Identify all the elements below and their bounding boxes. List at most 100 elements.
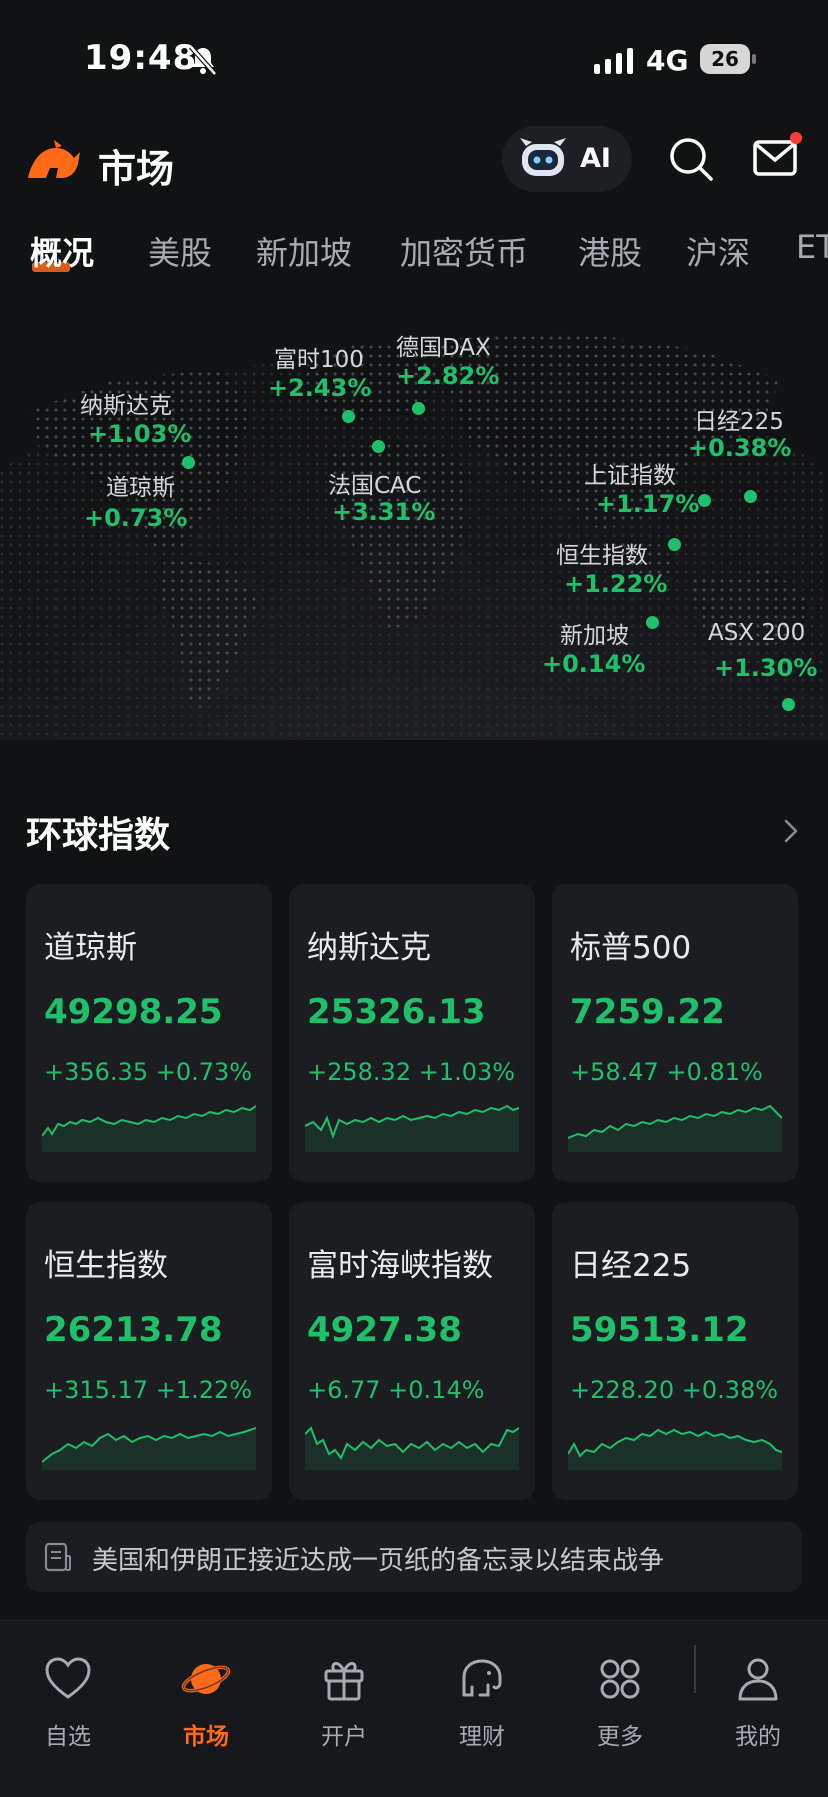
index-card-nikkei[interactable]: 日经225 59513.12 +228.20 +0.38% (552, 1202, 798, 1500)
chevron-right-icon[interactable] (780, 818, 802, 844)
news-icon (44, 1542, 71, 1572)
sparkline (568, 1104, 782, 1152)
map-marker-ftse-dot[interactable] (342, 410, 355, 423)
map-marker-asx-change: +1.30% (714, 654, 818, 682)
map-marker-nasdaq-name: 纳斯达克 (80, 393, 172, 419)
index-name: 日经225 (570, 1248, 692, 1284)
tab-hk-stocks[interactable]: 港股 (578, 228, 642, 274)
nav-watchlist[interactable]: 自选 (8, 1635, 128, 1750)
page-title: 市场 (98, 147, 175, 191)
ai-assistant-button[interactable]: AI (502, 126, 632, 192)
index-name: 恒生指数 (44, 1248, 168, 1284)
map-marker-dax-dot[interactable] (412, 402, 425, 415)
nav-label: 理财 (459, 1724, 505, 1750)
bull-logo-icon (28, 140, 80, 178)
index-price: 49298.25 (44, 992, 223, 1032)
nav-open-account[interactable]: 开户 (284, 1635, 404, 1750)
nav-label: 自选 (45, 1724, 91, 1750)
nav-more[interactable]: 更多 (560, 1635, 680, 1750)
tab-a-shares[interactable]: 沪深 (686, 228, 750, 274)
index-name: 标普500 (570, 930, 692, 966)
user-icon (738, 1658, 778, 1701)
sparkline (42, 1105, 256, 1152)
tab-singapore[interactable]: 新加坡 (256, 228, 352, 274)
bottom-nav: 自选 市场 开户 理财 更多 我的 (0, 1620, 828, 1797)
index-card-sp500[interactable]: 标普500 7259.22 +58.47 +0.81% (552, 884, 798, 1182)
sparkline (568, 1428, 782, 1470)
map-marker-ftse-change: +2.43% (268, 374, 372, 402)
map-marker-hsi-name: 恒生指数 (556, 543, 648, 569)
nav-me[interactable]: 我的 (698, 1635, 818, 1750)
elephant-icon (462, 1659, 502, 1697)
planet-icon (181, 1664, 231, 1694)
grid-icon (600, 1659, 640, 1699)
news-ticker[interactable]: 美国和伊朗正接近达成一页纸的备忘录以结束战争 (26, 1522, 802, 1592)
sparkline (305, 1426, 519, 1470)
bell-muted-icon (189, 45, 217, 76)
tab-etf[interactable]: ET (796, 228, 828, 266)
map-marker-asx-dot[interactable] (782, 698, 795, 711)
heart-icon (45, 1657, 91, 1699)
index-card-hsi[interactable]: 恒生指数 26213.78 +315.17 +1.22% (26, 1202, 272, 1500)
tab-crypto[interactable]: 加密货币 (400, 228, 528, 274)
map-marker-dow-change: +0.73% (84, 504, 188, 532)
sparkline (42, 1427, 256, 1470)
map-marker-sg-name: 新加坡 (560, 623, 629, 649)
mail-icon[interactable] (752, 132, 802, 182)
index-price: 59513.12 (570, 1310, 749, 1350)
index-name: 纳斯达克 (307, 930, 431, 966)
tab-overview[interactable]: 概况 (30, 228, 94, 274)
index-name: 道琼斯 (44, 930, 137, 966)
nav-divider (694, 1645, 696, 1693)
nav-label: 我的 (735, 1724, 781, 1750)
map-marker-sg-change: +0.14% (542, 650, 646, 678)
map-marker-dax-name: 德国DAX (396, 335, 491, 361)
status-time: 19:48 (84, 38, 198, 78)
battery-level: 26 (700, 44, 750, 74)
ai-label: AI (580, 143, 611, 174)
robot-icon (520, 138, 566, 176)
map-marker-cac-change: +3.31% (332, 498, 436, 526)
map-marker-nikkei-change: +0.38% (688, 434, 792, 462)
tab-us-stocks[interactable]: 美股 (148, 228, 212, 274)
map-marker-dow-name: 道琼斯 (106, 475, 175, 501)
index-name: 富时海峡指数 (307, 1248, 493, 1284)
index-change: +6.77 +0.14% (307, 1376, 485, 1404)
map-marker-nikkei-name: 日经225 (694, 409, 784, 435)
map-marker-dax-change: +2.82% (396, 362, 500, 390)
index-card-nasdaq[interactable]: 纳斯达克 25326.13 +258.32 +1.03% (289, 884, 535, 1182)
index-change: +356.35 +0.73% (44, 1058, 253, 1086)
index-card-sti[interactable]: 富时海峡指数 4927.38 +6.77 +0.14% (289, 1202, 535, 1500)
index-price: 26213.78 (44, 1310, 223, 1350)
map-marker-sse-change: +1.17% (596, 490, 700, 518)
search-icon[interactable] (668, 136, 714, 182)
map-marker-cac-name: 法国CAC (328, 473, 422, 499)
index-change: +258.32 +1.03% (307, 1058, 516, 1086)
map-marker-nikkei-dot[interactable] (744, 490, 757, 503)
index-card-dow[interactable]: 道琼斯 49298.25 +356.35 +0.73% (26, 884, 272, 1182)
map-marker-sse-name: 上证指数 (584, 463, 676, 489)
map-marker-ftse-name: 富时100 (274, 347, 364, 373)
index-change: +58.47 +0.81% (570, 1058, 763, 1086)
map-marker-nasdaq-change: +1.03% (88, 420, 192, 448)
network-type: 4G (646, 44, 689, 77)
map-marker-nasdaq-dot[interactable] (182, 456, 195, 469)
nav-label: 市场 (183, 1724, 229, 1750)
index-price: 7259.22 (570, 992, 725, 1032)
nav-label: 更多 (597, 1724, 643, 1750)
map-marker-hsi-dot[interactable] (668, 538, 681, 551)
index-change: +228.20 +0.38% (570, 1376, 779, 1404)
signal-icon (594, 48, 633, 74)
nav-label: 开户 (321, 1724, 367, 1750)
sparkline (305, 1104, 519, 1152)
nav-market[interactable]: 市场 (146, 1635, 266, 1750)
section-title: 环球指数 (26, 815, 171, 856)
index-price: 25326.13 (307, 992, 486, 1032)
map-marker-cac-dot[interactable] (372, 440, 385, 453)
battery-icon: 26 (700, 44, 756, 74)
map-marker-sg-dot[interactable] (646, 616, 659, 629)
nav-wealth[interactable]: 理财 (422, 1635, 542, 1750)
index-change: +315.17 +1.22% (44, 1376, 253, 1404)
map-marker-sse-dot[interactable] (698, 494, 711, 507)
map-marker-asx-name: ASX 200 (708, 620, 806, 646)
